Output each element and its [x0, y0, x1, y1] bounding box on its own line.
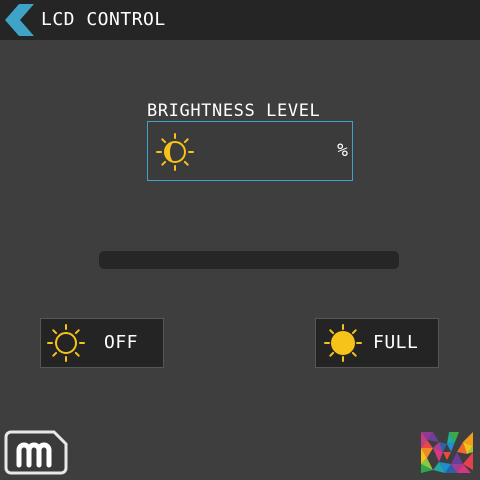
- brightness-slider[interactable]: [99, 251, 399, 269]
- page-title: LCD CONTROL: [41, 9, 166, 30]
- mikroe-logo: [4, 430, 68, 475]
- off-button[interactable]: OFF: [40, 318, 164, 368]
- off-button-label: OFF: [104, 332, 139, 353]
- brightness-unit: %: [337, 140, 348, 161]
- full-button-label: FULL: [373, 332, 419, 353]
- brightness-label: BRIGHTNESS LEVEL: [147, 101, 321, 121]
- back-button[interactable]: [4, 4, 38, 36]
- sun-outline-icon: [47, 324, 85, 362]
- half-sun-icon: [156, 133, 194, 171]
- chevron-left-icon: [5, 4, 34, 36]
- sun-filled-icon: [324, 324, 362, 362]
- visual-tft-logo: [421, 432, 473, 473]
- top-bar: LCD CONTROL: [0, 0, 480, 40]
- full-button[interactable]: FULL: [315, 318, 439, 368]
- brightness-display: %: [147, 121, 353, 181]
